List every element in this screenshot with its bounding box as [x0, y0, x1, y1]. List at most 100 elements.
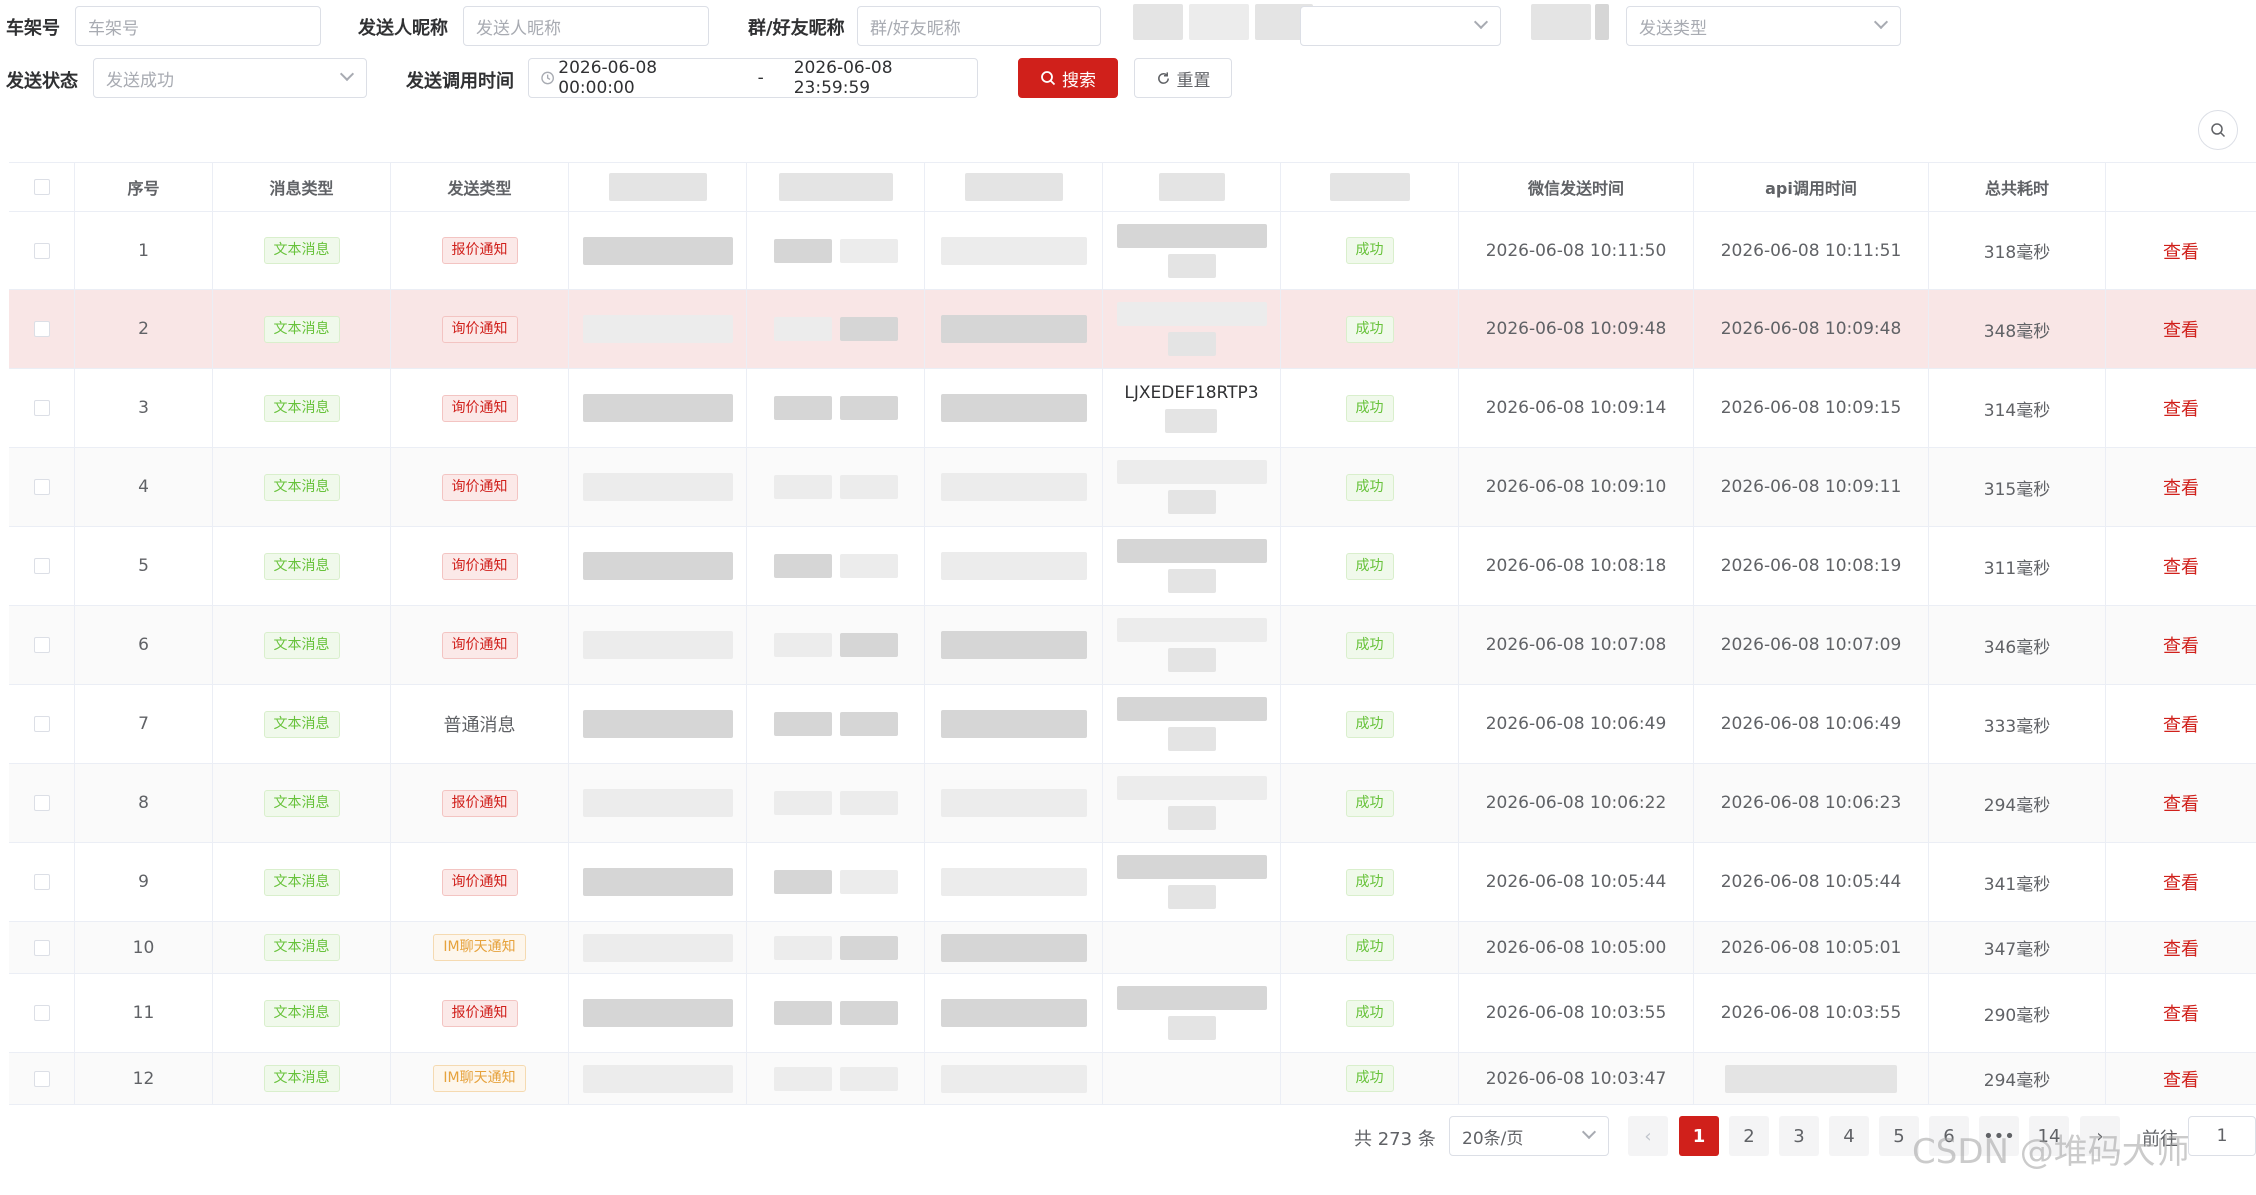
row-duration: 348毫秒	[1929, 290, 2106, 368]
row-checkbox[interactable]	[33, 716, 50, 732]
row-action-cell: 查看	[2106, 448, 2256, 526]
table-row: 12 文本消息 IM聊天通知 成功 2026-06-08 10:03:47 294毫秒 查看	[9, 1053, 2256, 1105]
row-duration: 346毫秒	[1929, 606, 2106, 684]
msg-type-tag: 文本消息	[263, 999, 340, 1027]
row-vin-redacted	[1116, 223, 1267, 278]
view-link[interactable]: 查看	[2163, 238, 2199, 264]
row-status-cell: 成功	[1281, 685, 1459, 763]
page-button[interactable]: 1	[1679, 1116, 1719, 1156]
row-api-time: 2026-06-08 10:09:48	[1694, 290, 1929, 368]
row-wx-time: 2026-06-08 10:03:47	[1459, 1053, 1694, 1104]
view-link[interactable]: 查看	[2163, 790, 2199, 816]
row-checkbox[interactable]	[33, 321, 50, 337]
search-icon	[2211, 123, 2226, 138]
row-action-cell: 查看	[2106, 212, 2256, 289]
row-index: 5	[75, 527, 213, 605]
row-vin-redacted	[1116, 460, 1267, 514]
row-send-type-cell: 询价通知	[391, 448, 569, 526]
select-all-checkbox[interactable]	[33, 179, 50, 195]
row-status-cell: 成功	[1281, 290, 1459, 368]
row-redacted-2	[747, 212, 925, 289]
select-all-cell	[9, 163, 75, 211]
row-index: 6	[75, 606, 213, 684]
page-button[interactable]: 2	[1729, 1116, 1769, 1156]
row-msg-type-cell: 文本消息	[213, 290, 391, 368]
row-checkbox[interactable]	[33, 400, 50, 416]
redacted-select[interactable]	[1300, 6, 1501, 46]
view-link[interactable]: 查看	[2163, 935, 2199, 961]
table-header: 序号 消息类型 发送类型 微信发送时间 api调用时间 总共耗时	[9, 163, 2256, 212]
table-row: 4 文本消息 询价通知 成功 2026-06-08 10:09:10 2026-06-08…	[9, 448, 2256, 527]
row-action-cell: 查看	[2106, 974, 2256, 1052]
row-checkbox[interactable]	[33, 637, 50, 653]
header-redacted-4	[1103, 163, 1281, 211]
row-redacted-1	[569, 606, 747, 684]
row-checkbox[interactable]	[33, 874, 50, 890]
row-select-cell	[9, 448, 75, 526]
row-msg-type-cell: 文本消息	[213, 606, 391, 684]
row-send-type-cell: 报价通知	[391, 764, 569, 842]
row-checkbox[interactable]	[33, 242, 50, 259]
view-link[interactable]: 查看	[2163, 553, 2199, 579]
row-select-cell	[9, 764, 75, 842]
row-send-type-cell: IM聊天通知	[391, 1053, 569, 1104]
search-button[interactable]: 搜索	[1018, 58, 1118, 98]
row-status-cell: 成功	[1281, 1053, 1459, 1104]
prev-page-button[interactable]: ‹	[1628, 1116, 1668, 1156]
status-tag: 成功	[1345, 394, 1394, 422]
status-placeholder: 发送成功	[106, 70, 174, 91]
sender-input[interactable]: 发送人昵称	[463, 6, 709, 46]
send-type-select[interactable]: 发送类型	[1626, 6, 1901, 46]
send-type-tag: IM聊天通知	[433, 934, 526, 961]
row-index: 4	[75, 448, 213, 526]
status-tag: 成功	[1345, 710, 1394, 738]
view-link[interactable]: 查看	[2163, 711, 2199, 737]
view-link[interactable]: 查看	[2163, 869, 2199, 895]
header-redacted-2	[747, 163, 925, 211]
row-checkbox[interactable]	[33, 939, 50, 956]
row-vin-cell	[1103, 685, 1281, 763]
row-checkbox[interactable]	[33, 479, 50, 495]
row-vin-redacted	[1116, 986, 1267, 1040]
row-send-type-cell: 询价通知	[391, 369, 569, 447]
row-wx-time: 2026-06-08 10:07:08	[1459, 606, 1694, 684]
row-api-time: 2026-06-08 10:03:55	[1694, 974, 1929, 1052]
table-search-toggle[interactable]	[2198, 110, 2238, 150]
row-checkbox[interactable]	[33, 558, 50, 574]
status-label: 发送状态	[6, 71, 78, 92]
row-redacted-2	[747, 290, 925, 368]
row-redacted-3	[925, 212, 1103, 289]
group-input[interactable]: 群/好友昵称	[857, 6, 1101, 46]
row-send-type-cell: 普通消息	[391, 685, 569, 763]
table-row: 10 文本消息 IM聊天通知 成功 2026-06-08 10:05:00 2026-06…	[9, 922, 2256, 974]
vin-input[interactable]: 车架号	[75, 6, 321, 46]
view-link[interactable]: 查看	[2163, 1066, 2199, 1092]
view-link[interactable]: 查看	[2163, 395, 2199, 421]
row-vin-cell: LJXEDEF18RTP3	[1103, 369, 1281, 447]
view-link[interactable]: 查看	[2163, 632, 2199, 658]
row-checkbox[interactable]	[33, 1005, 50, 1021]
row-redacted-1	[569, 1053, 747, 1104]
page-button[interactable]: 3	[1779, 1116, 1819, 1156]
goto-page-input[interactable]: 1	[2188, 1116, 2256, 1156]
row-index: 9	[75, 843, 213, 921]
page-button[interactable]: 4	[1829, 1116, 1869, 1156]
header-api-time: api调用时间	[1694, 163, 1929, 211]
time-range-picker[interactable]: 2026-06-08 00:00:00 - 2026-06-08 23:59:5…	[528, 58, 978, 98]
send-type-tag: 询价通知	[441, 631, 518, 659]
row-checkbox[interactable]	[33, 1070, 50, 1087]
row-redacted-2	[747, 369, 925, 447]
row-duration: 341毫秒	[1929, 843, 2106, 921]
reset-button-label: 重置	[1176, 70, 1211, 91]
page-size-select[interactable]: 20条/页	[1449, 1116, 1609, 1156]
status-tag: 成功	[1345, 315, 1394, 343]
row-index: 1	[75, 212, 213, 289]
table-row: 3 文本消息 询价通知 LJXEDEF18RTP3 成功 2026-06-08 10:09…	[9, 369, 2256, 448]
view-link[interactable]: 查看	[2163, 316, 2199, 342]
send-type-tag: 报价通知	[441, 999, 518, 1027]
status-select[interactable]: 发送成功	[93, 58, 367, 98]
row-checkbox[interactable]	[33, 795, 50, 811]
view-link[interactable]: 查看	[2163, 474, 2199, 500]
reset-button[interactable]: 重置	[1134, 58, 1232, 98]
view-link[interactable]: 查看	[2163, 1000, 2199, 1026]
